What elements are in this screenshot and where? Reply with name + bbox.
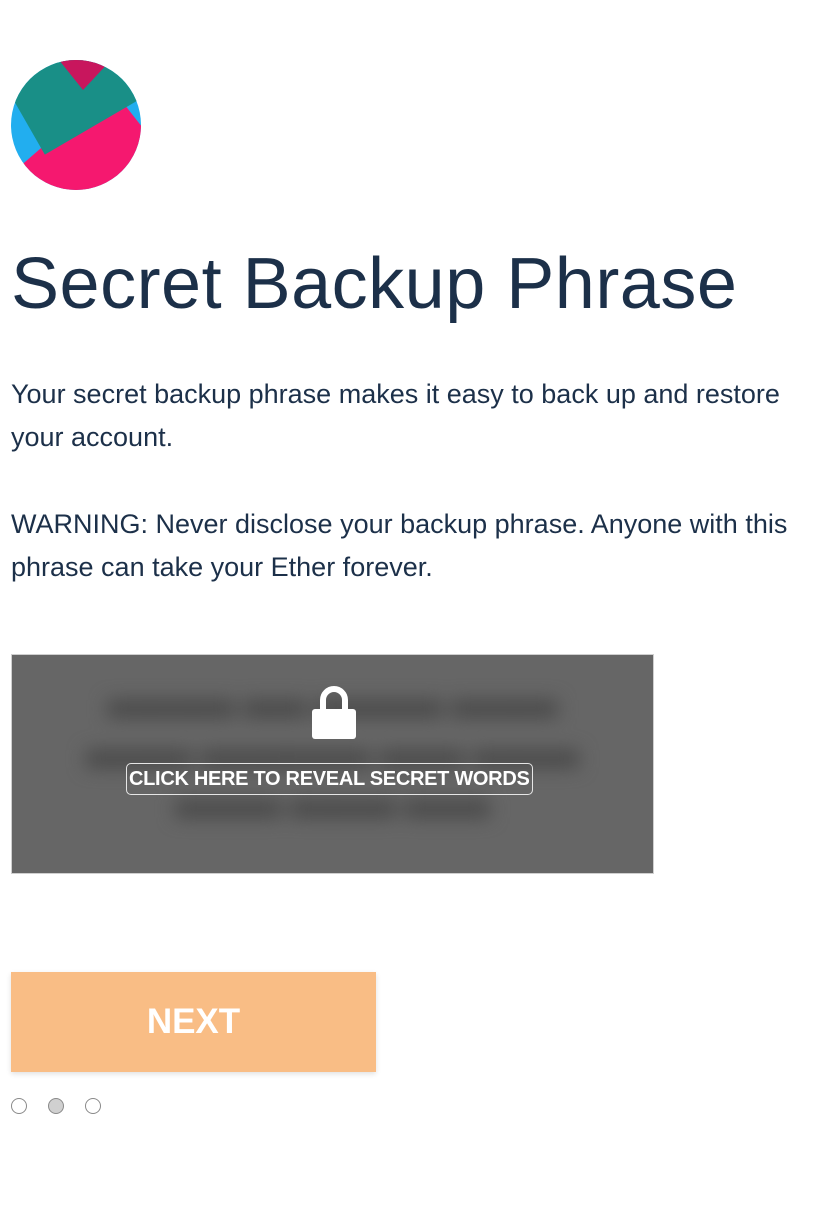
step-dot-2 (48, 1098, 64, 1114)
warning-text: WARNING: Never disclose your backup phra… (11, 509, 788, 582)
account-identicon (11, 60, 141, 190)
step-dot-1 (11, 1098, 27, 1114)
step-dot-3 (85, 1098, 101, 1114)
reveal-secret-words-button[interactable]: CLICK HERE TO REVEAL SECRET WORDS (126, 763, 533, 795)
lock-icon (312, 686, 356, 739)
next-button[interactable]: NEXT (11, 972, 376, 1072)
reveal-secret-words-panel[interactable]: ▀▀▀▀▀▀ ▀▀▀ ▀▀▀▀▀▀ ▀▀▀▀▀ ▀▀▀▀▀ ▀▀▀▀▀▀▀▀ ▀… (11, 654, 654, 874)
intro-text: Your secret backup phrase makes it easy … (11, 379, 780, 452)
page-title: Secret Backup Phrase (11, 244, 738, 324)
